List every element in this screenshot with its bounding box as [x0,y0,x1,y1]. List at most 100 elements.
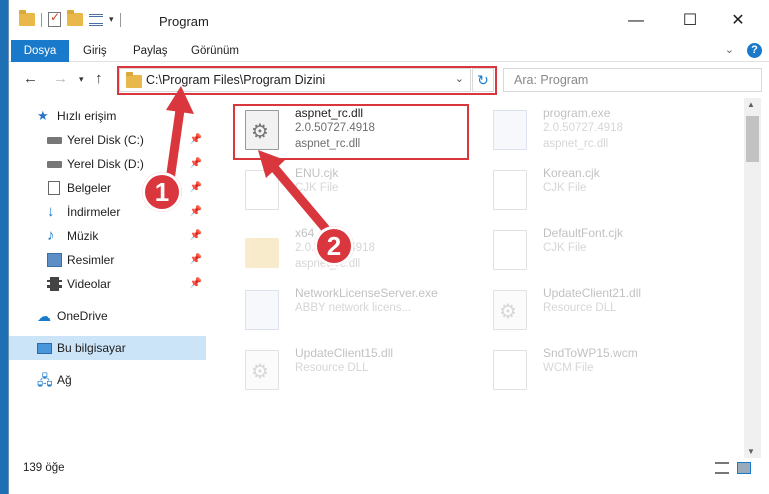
sidebar-item-local-disk-c[interactable]: Yerel Disk (C:) 📌 [9,128,206,152]
file-item[interactable]: UpdateClient21.dll Resource DLL [471,282,711,338]
sidebar-item-label: Yerel Disk (D:) [67,157,144,171]
details-view-icon[interactable] [715,462,729,474]
sidebar-item-music[interactable]: ♪ Müzik 📌 [9,224,206,248]
file-item[interactable]: program.exe 2.0.50727.4918 aspnet_rc.dll [471,102,711,158]
file-item[interactable]: UpdateClient15.dll Resource DLL [223,342,463,398]
file-name: Korean.cjk [543,166,600,180]
exe-icon [245,290,279,330]
file-name: UpdateClient21.dll [543,286,642,300]
separator [119,12,121,27]
sidebar-item-quick-access[interactable]: ★ Hızlı erişim [9,104,206,128]
new-folder-icon[interactable] [67,10,83,26]
scroll-down-icon[interactable]: ▼ [747,447,755,456]
music-icon: ♪ [47,227,55,244]
ribbon-tabs: Dosya Giriş Paylaş Görünüm ⌄ ? [9,40,769,96]
tab-share[interactable]: Paylaş [123,40,178,62]
file-item[interactable]: SndToWP15.wcm WCM File [471,342,711,398]
file-item[interactable]: ENU.cjk CJK File [223,162,463,218]
sidebar-item-pictures[interactable]: Resimler 📌 [9,248,206,272]
computer-icon [37,343,52,354]
pin-icon[interactable]: 📌 [190,200,202,224]
disk-icon [47,161,62,168]
file-type: WCM File [543,362,594,374]
scroll-thumb[interactable] [746,116,759,162]
sidebar-item-label: Hızlı erişim [57,109,117,123]
documents-icon [48,181,60,195]
file-highlight-box [233,104,469,160]
step-2-badge: 2 [314,226,354,266]
up-arrow-icon[interactable]: ↑ [95,70,103,87]
folder-icon [19,10,35,26]
title-bar: ▾ Program — ☐ ✕ [9,0,769,40]
vertical-scrollbar[interactable]: ▲ ▼ [744,98,761,458]
file-icon [493,170,527,210]
sidebar-item-label: Yerel Disk (C:) [67,133,144,147]
customize-toolbar-icon[interactable]: ▾ [109,14,114,25]
sidebar-item-label: Resimler [67,253,115,267]
tab-home[interactable]: Giriş [73,40,117,62]
close-button[interactable]: ✕ [723,8,753,34]
sidebar-item-label: İndirmeler [67,205,121,219]
pin-icon[interactable]: 📌 [190,224,202,248]
window-title: Program [159,14,209,29]
recent-locations-icon[interactable]: ▾ [79,74,84,85]
sidebar-item-local-disk-d[interactable]: Yerel Disk (D:) 📌 [9,152,206,176]
file-type: ABBY network licens... [295,302,412,314]
file-icon [493,230,527,270]
star-icon: ★ [37,108,49,123]
videos-icon [47,277,62,291]
file-type: Resource DLL [543,302,617,314]
file-description: aspnet_rc.dll [543,138,609,150]
sidebar-item-network[interactable]: 🖧 Ağ [9,368,206,392]
file-name: NetworkLicenseServer.exe [295,286,438,300]
file-item[interactable]: DefaultFont.cjk CJK File [471,222,711,278]
file-name: ENU.cjk [295,166,339,180]
file-view: aspnet_rc.dll 2.0.50727.4918 aspnet_rc.d… [209,98,744,458]
sidebar-item-label: Bu bilgisayar [57,341,126,355]
pin-icon[interactable]: 📌 [190,128,202,152]
file-type: CJK File [543,242,587,254]
sidebar-item-label: Videolar [67,277,111,291]
file-name: x64 [295,226,315,240]
file-icon [245,170,279,210]
maximize-button[interactable]: ☐ [675,8,705,34]
properties-icon[interactable] [48,10,61,27]
file-type: Resource DLL [295,362,369,374]
file-item[interactable]: NetworkLicenseServer.exe ABBY network li… [223,282,463,338]
forward-arrow-icon[interactable]: → [53,70,68,87]
file-type: CJK File [295,182,339,194]
file-name: DefaultFont.cjk [543,226,624,240]
file-item[interactable]: Korean.cjk CJK File [471,162,711,218]
file-name: program.exe [543,106,611,120]
file-icon [493,350,527,390]
pin-icon[interactable]: 📌 [190,272,202,296]
disk-icon [47,137,62,144]
search-box[interactable] [503,68,762,92]
pin-icon[interactable]: 📌 [190,176,202,200]
exe-icon [493,110,527,150]
search-input[interactable] [504,69,761,91]
address-highlight-box [117,66,497,95]
minimize-button[interactable]: — [621,8,651,34]
scroll-up-icon[interactable]: ▲ [747,100,755,109]
sidebar-item-videos[interactable]: Videolar 📌 [9,272,206,296]
pin-icon[interactable]: 📌 [190,248,202,272]
help-icon[interactable]: ? [747,43,762,58]
sidebar-item-onedrive[interactable]: ☁ OneDrive [9,304,206,328]
item-count: 139 öğe [23,462,65,474]
tab-view[interactable]: Görünüm [181,40,249,62]
dll-icon [493,290,527,330]
file-name: SndToWP15.wcm [543,346,638,360]
view-list-icon[interactable] [89,13,103,26]
sidebar-item-this-pc[interactable]: Bu bilgisayar [9,336,206,360]
tiles-view-icon[interactable] [737,462,751,474]
sidebar-item-label: Müzik [67,229,99,243]
pin-icon[interactable]: 📌 [190,152,202,176]
separator [41,12,42,27]
back-arrow-icon[interactable]: ← [23,70,38,87]
sidebar-item-label: Belgeler [67,181,112,195]
status-bar: 139 öğe [9,458,769,494]
pictures-icon [47,253,62,267]
dll-icon [245,350,279,390]
expand-ribbon-icon[interactable]: ⌄ [725,43,734,56]
